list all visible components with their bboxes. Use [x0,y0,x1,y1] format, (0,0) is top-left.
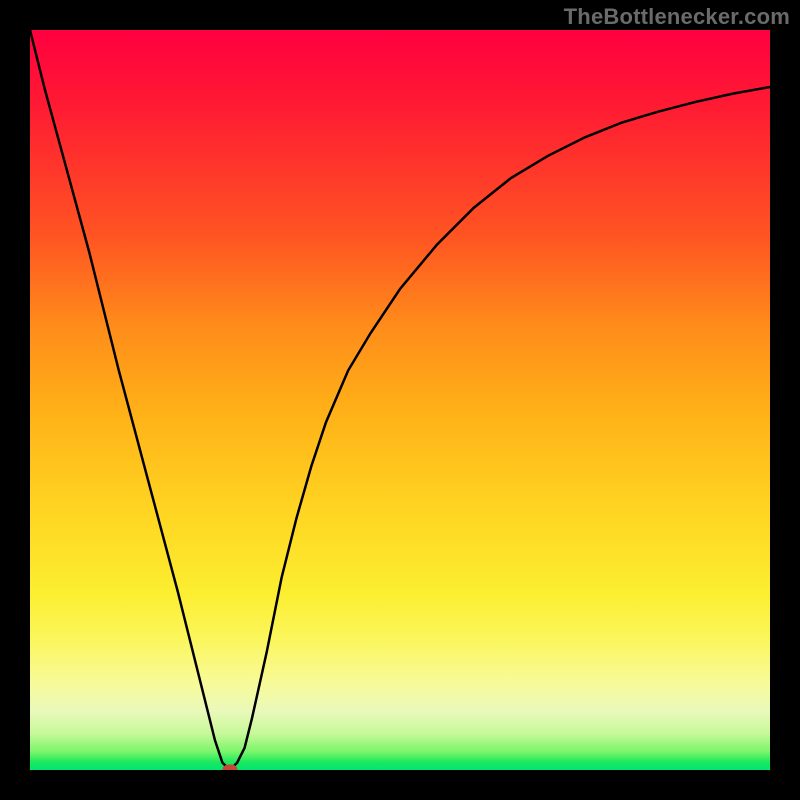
bottleneck-curve [30,30,770,770]
plot-area [30,30,770,770]
watermark-text: TheBottlenecker.com [564,4,790,30]
optimum-marker [222,765,237,771]
curve-path [30,30,770,770]
chart-frame: TheBottlenecker.com [0,0,800,800]
